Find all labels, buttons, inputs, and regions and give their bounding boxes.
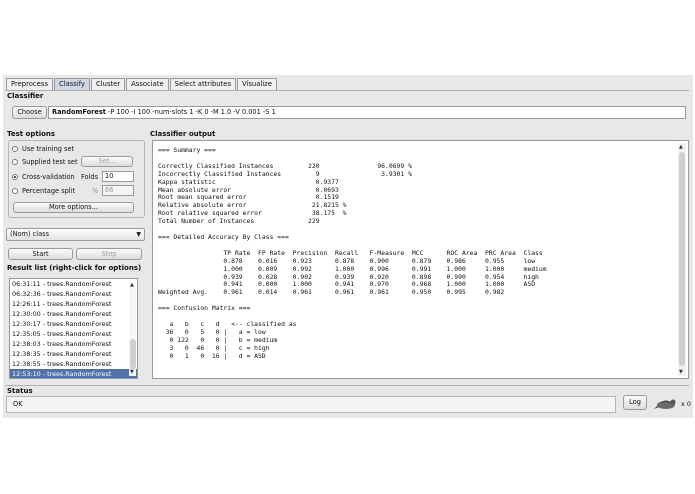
classifier-output-title: Classifier output	[150, 130, 216, 138]
tab-classify[interactable]: Classify	[53, 78, 91, 90]
weka-bird-icon	[654, 398, 678, 410]
task-count: x 0	[681, 400, 691, 408]
cross-validation-radio[interactable]: Cross-validation	[12, 173, 75, 181]
class-select-value: (Nom) class	[10, 230, 49, 238]
output-line: === Detailed Accuracy By Class ===	[158, 232, 289, 241]
scroll-up-icon[interactable]: ▲	[679, 144, 683, 150]
scroll-up-icon[interactable]: ▲	[130, 282, 134, 288]
result-list-title: Result list (right-click for options)	[7, 264, 142, 272]
start-button[interactable]: Start	[8, 248, 73, 260]
percent-symbol: %	[92, 187, 99, 195]
list-item[interactable]: 12:35:05 - trees.RandomForest	[10, 329, 137, 339]
tab-visualize[interactable]: Visualize	[237, 78, 277, 90]
supplied-test-set-radio[interactable]: Supplied test set	[12, 158, 78, 166]
list-item[interactable]: 12:30:17 - trees.RandomForest	[10, 319, 137, 329]
radio-off-icon	[12, 146, 18, 152]
set-button[interactable]: Set...	[81, 156, 133, 167]
output-line: === Summary ===	[158, 147, 216, 154]
class-select[interactable]: (Nom) class ▼	[6, 228, 145, 241]
output-scrollbar[interactable]: ▲ ▼	[678, 143, 686, 376]
tab-cluster[interactable]: Cluster	[91, 78, 126, 90]
radio-off-icon	[12, 159, 18, 165]
list-item[interactable]: 06:31:11 - trees.RandomForest	[10, 279, 137, 289]
classifier-output-text: === Summary === Correctly Classified Ins…	[158, 147, 674, 374]
list-item[interactable]: 12:38:03 - trees.RandomForest	[10, 339, 137, 349]
status-bar: OK	[6, 396, 616, 413]
tab-bar: Preprocess Classify Cluster Associate Se…	[6, 78, 278, 90]
radio-on-icon	[12, 174, 18, 180]
cross-validation-label: Cross-validation	[22, 173, 75, 181]
classifier-name: RandomForest	[52, 108, 106, 116]
output-line: 0 1 0 16 | d = ASD	[158, 351, 266, 360]
folds-label: Folds	[81, 173, 99, 181]
classifier-field[interactable]: RandomForest -P 100 -I 100 -num-slots 1 …	[48, 106, 686, 119]
classifier-output-panel[interactable]: === Summary === Correctly Classified Ins…	[152, 140, 689, 379]
tab-associate[interactable]: Associate	[126, 78, 169, 90]
status-text: OK	[13, 400, 23, 408]
output-line: === Confusion Matrix ===	[158, 304, 251, 313]
scroll-down-icon[interactable]: ▼	[130, 369, 134, 375]
more-options-button[interactable]: More options...	[13, 202, 134, 213]
chevron-down-icon: ▼	[136, 231, 141, 238]
use-training-set-radio[interactable]: Use training set	[12, 145, 74, 153]
scroll-down-icon[interactable]: ▼	[679, 369, 683, 375]
list-item[interactable]: 12:26:11 - trees.RandomForest	[10, 299, 137, 309]
list-item[interactable]: 12:38:55 - trees.RandomForest	[10, 359, 137, 369]
folds-input[interactable]: 10	[102, 171, 134, 182]
tab-preprocess[interactable]: Preprocess	[6, 78, 53, 90]
output-line: Weighted Avg. 0.961 0.014 0.961 0.961 0.…	[158, 288, 505, 297]
radio-off-icon	[12, 188, 18, 194]
log-button[interactable]: Log	[623, 395, 647, 410]
scroll-thumb[interactable]	[679, 152, 685, 366]
supplied-test-set-label: Supplied test set	[22, 158, 78, 166]
status-divider	[5, 385, 689, 386]
choose-button[interactable]: Choose	[12, 106, 47, 119]
list-item[interactable]: 12:38:35 - trees.RandomForest	[10, 349, 137, 359]
list-item[interactable]: 12:30:00 - trees.RandomForest	[10, 309, 137, 319]
scroll-thumb[interactable]	[130, 339, 136, 369]
list-item[interactable]: 06:32:36 - trees.RandomForest	[10, 289, 137, 299]
list-item-selected[interactable]: 12:53:10 - trees.RandomForest	[10, 369, 137, 378]
classifier-section-title: Classifier	[7, 92, 44, 100]
percentage-input[interactable]: 66	[102, 185, 134, 196]
classifier-options: -P 100 -I 100 -num-slots 1 -K 0 -M 1.0 -…	[108, 108, 276, 116]
use-training-set-label: Use training set	[22, 145, 75, 153]
tab-select-attributes[interactable]: Select attributes	[169, 78, 236, 90]
status-title: Status	[7, 387, 33, 395]
stop-button[interactable]: Stop	[76, 248, 142, 260]
tab-divider	[5, 90, 689, 91]
percentage-split-radio[interactable]: Percentage split	[12, 187, 75, 195]
result-list[interactable]: 06:31:11 - trees.RandomForest 06:32:36 -…	[9, 278, 138, 379]
percentage-split-label: Percentage split	[22, 187, 76, 195]
output-line: Total Number of Instances 229	[158, 217, 320, 226]
test-options-title: Test options	[7, 130, 56, 138]
result-list-scrollbar[interactable]: ▲ ▼	[129, 281, 136, 376]
